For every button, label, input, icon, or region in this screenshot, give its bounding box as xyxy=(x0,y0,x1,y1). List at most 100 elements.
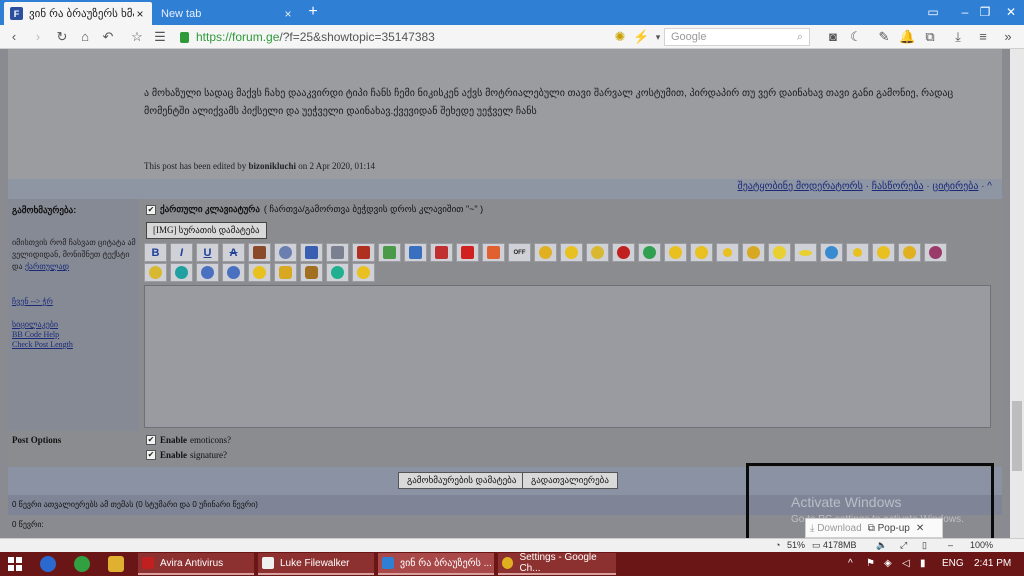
tab-forum[interactable]: F ვინ რა ბრაუზერს ხმარ × xyxy=(4,2,152,25)
smiley-cool-icon[interactable] xyxy=(638,243,661,262)
ie-icon[interactable] xyxy=(40,556,56,572)
bbcode-help-link[interactable]: BB Code Help xyxy=(12,330,59,339)
link-insert-icon[interactable] xyxy=(274,243,297,262)
smiley-teal-icon[interactable] xyxy=(326,263,349,282)
tray-volume-icon[interactable]: ◁ xyxy=(902,552,910,576)
tab-new[interactable]: New tab × xyxy=(155,2,300,25)
fullscreen-icon[interactable]: ⤢ xyxy=(900,540,907,551)
bold-button[interactable]: B xyxy=(144,243,167,262)
reload-icon[interactable]: ↻ xyxy=(54,29,70,45)
smiley-sad-icon[interactable] xyxy=(872,243,895,262)
scroll-top-icon[interactable]: ^ xyxy=(987,181,992,192)
home-icon[interactable]: ⌂ xyxy=(77,29,93,45)
smiley-tiny-icon[interactable] xyxy=(716,243,739,262)
keyboard-checkbox[interactable]: ✔ xyxy=(146,204,156,215)
tab-overview-icon[interactable]: ▭ xyxy=(918,0,948,25)
quote-link[interactable]: ციტირება xyxy=(933,181,979,192)
forward-icon[interactable]: › xyxy=(30,29,46,45)
tray-shield-icon[interactable]: ◈ xyxy=(884,552,892,576)
utorrent-icon[interactable] xyxy=(74,556,90,572)
signature-checkbox[interactable]: ✔ xyxy=(146,450,156,460)
smilies-link[interactable]: სიცილაკები xyxy=(12,320,58,329)
new-tab-plus-icon[interactable]: + xyxy=(305,4,321,20)
smiley-shades-icon[interactable] xyxy=(222,263,245,282)
smiley-sleep-icon[interactable] xyxy=(846,243,869,262)
scrollbar-thumb[interactable] xyxy=(1012,401,1022,471)
tray-network-icon[interactable]: ▮ xyxy=(920,552,926,576)
smiley-thumb-icon[interactable] xyxy=(534,243,557,262)
zoom-out-icon[interactable]: – xyxy=(948,540,953,550)
file-explorer-icon[interactable] xyxy=(108,556,124,572)
smiley-dance-icon[interactable] xyxy=(742,243,765,262)
smiley-green-icon[interactable] xyxy=(170,263,193,282)
smiley-love-icon[interactable] xyxy=(352,263,375,282)
strike-button[interactable]: A xyxy=(222,243,245,262)
smiley-grin-icon[interactable] xyxy=(664,243,687,262)
bookmarks-list-icon[interactable]: ☰ xyxy=(152,29,168,45)
taskbar-browser[interactable]: ვინ რა ბრაუზერს ... xyxy=(378,553,494,575)
taskbar-luke[interactable]: Luke Filewalker xyxy=(258,553,374,575)
smiley-wink-icon[interactable] xyxy=(690,243,713,262)
smiley-wave-icon[interactable] xyxy=(144,263,167,282)
image-landscape-icon[interactable] xyxy=(378,243,401,262)
smiley-worry-icon[interactable] xyxy=(898,243,921,262)
language-indicator[interactable]: ENG xyxy=(942,552,964,576)
report-moderator-link[interactable]: შეატყობინე მოდერატორს xyxy=(738,181,863,192)
smiley-hide-icon[interactable] xyxy=(560,243,583,262)
downloads-icon[interactable]: ⤓ xyxy=(950,29,966,45)
smiley-thumbsup-icon[interactable] xyxy=(274,263,297,282)
clock[interactable]: 2:41 PM xyxy=(974,552,1011,576)
volume-icon[interactable]: 🔈 xyxy=(876,540,887,551)
image-insert-icon[interactable] xyxy=(248,243,271,262)
tab-close-icon[interactable]: × xyxy=(134,7,146,21)
youtube-icon[interactable] xyxy=(456,243,479,262)
smiley-thumbsdown-icon[interactable] xyxy=(300,263,323,282)
taskbar-avira[interactable]: Avira Antivirus xyxy=(138,553,254,575)
menu-icon[interactable]: ≡ xyxy=(975,29,991,45)
add-reply-button[interactable]: გამოხმაურების დამატება xyxy=(398,472,526,489)
smiley-alien-icon[interactable] xyxy=(924,243,947,262)
tray-expand-icon[interactable]: ^ xyxy=(848,552,853,576)
address-bar[interactable]: https://forum.ge/?f=25&showtopic=3514738… xyxy=(180,28,660,46)
page-scrollbar[interactable] xyxy=(1010,49,1024,538)
extension-icon[interactable]: ✺ xyxy=(612,29,628,45)
smiley-laugh-icon[interactable] xyxy=(248,263,271,282)
screenshot-icon[interactable]: ⧉ xyxy=(922,29,938,45)
smiley-angry-icon[interactable] xyxy=(612,243,635,262)
more-icon[interactable]: » xyxy=(1000,29,1016,45)
italic-button[interactable]: I xyxy=(170,243,193,262)
quote-note-link[interactable]: ქართულად xyxy=(25,262,69,271)
edit-link[interactable]: ჩასწორება xyxy=(872,181,924,192)
close-window-icon[interactable]: ✕ xyxy=(996,0,1024,25)
smiley-feet-icon[interactable] xyxy=(768,243,791,262)
notifications-icon[interactable]: 🔔 xyxy=(899,29,915,45)
transliterate-link[interactable]: ჩვენ --> ჭრ xyxy=(12,297,53,306)
reader-icon[interactable]: ▯ xyxy=(922,540,927,551)
lightning-icon[interactable]: ⚡ xyxy=(633,29,649,45)
smiley-blue-icon[interactable] xyxy=(820,243,843,262)
taskbar-chrome[interactable]: Settings - Google Ch... xyxy=(498,552,616,575)
tray-flag-icon[interactable]: ⚑ xyxy=(866,552,875,576)
smiley-clap-icon[interactable] xyxy=(586,243,609,262)
offtopic-icon[interactable]: OFF xyxy=(508,243,531,262)
underline-button[interactable]: U xyxy=(196,243,219,262)
preview-button[interactable]: გადათვალიერება xyxy=(522,472,618,489)
search-icon[interactable]: ⌕ xyxy=(792,29,808,45)
smiley-halo-icon[interactable] xyxy=(794,243,817,262)
font-icon[interactable] xyxy=(326,243,349,262)
undo-close-icon[interactable]: ↶ xyxy=(100,29,116,45)
tools-icon[interactable]: ✎ xyxy=(876,29,892,45)
check-post-length-link[interactable]: Check Post Length xyxy=(12,340,73,349)
smiley-glasses-icon[interactable] xyxy=(196,263,219,282)
tab-close-icon[interactable]: × xyxy=(282,7,294,21)
emoticons-checkbox[interactable]: ✔ xyxy=(146,435,156,445)
windows-start-icon[interactable] xyxy=(8,557,22,571)
bookmark-star-icon[interactable]: ☆ xyxy=(129,29,145,45)
search-input[interactable]: Google xyxy=(664,28,810,46)
add-image-button[interactable]: [IMG] სურათის დამატება xyxy=(146,222,267,239)
font-size-icon[interactable] xyxy=(300,243,323,262)
no-icon[interactable] xyxy=(430,243,453,262)
night-mode-icon[interactable]: ☾ xyxy=(848,29,864,45)
camera-icon[interactable]: ◙ xyxy=(825,29,841,45)
color-icon[interactable] xyxy=(352,243,375,262)
